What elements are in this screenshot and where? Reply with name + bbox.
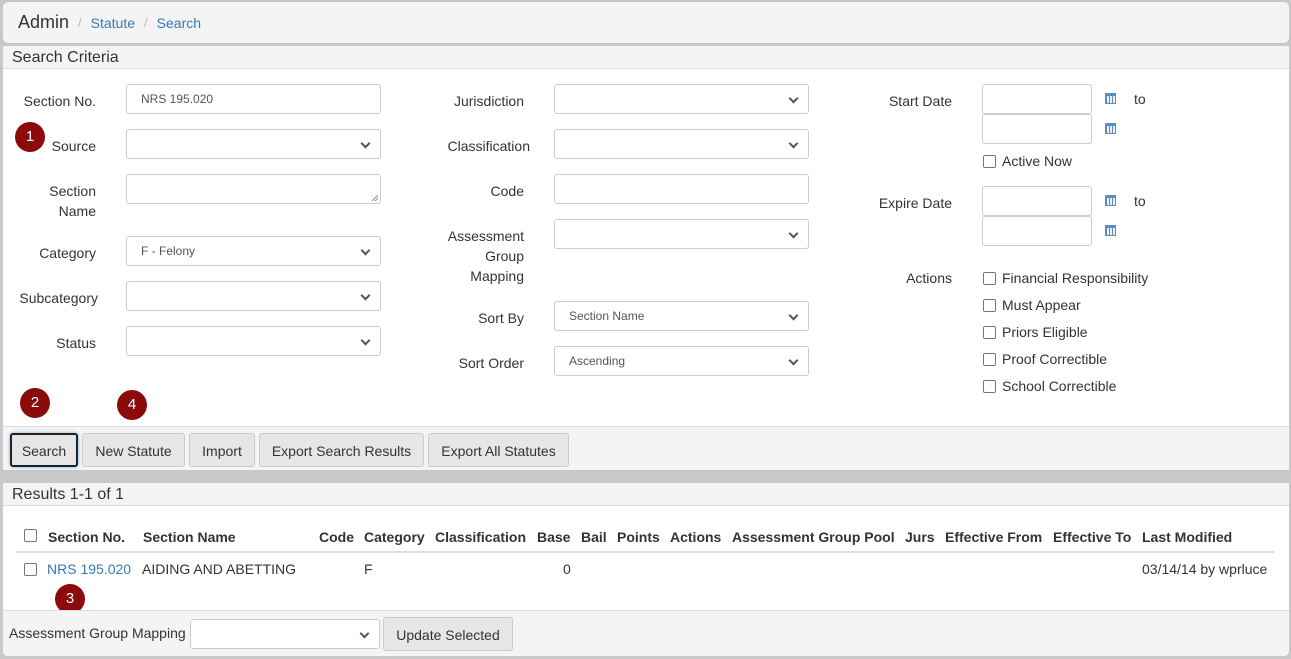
assessment-group-mapping-label: Assessment Group Mapping (433, 226, 524, 286)
breadcrumb-separator: / (144, 15, 148, 30)
breadcrumb-title: Admin (18, 12, 70, 32)
expire-date-to-input[interactable] (982, 216, 1092, 246)
proof-correctible-checkbox[interactable] (983, 353, 996, 366)
start-date-from-input[interactable] (982, 84, 1092, 114)
section-name-textarea[interactable] (126, 174, 381, 204)
col-code[interactable]: Code (319, 529, 354, 545)
school-correctible-label: School Correctible (1002, 378, 1117, 394)
financial-responsibility-checkbox[interactable] (983, 272, 996, 285)
table-header-divider (16, 551, 1274, 553)
section-name-label-line2: Name (58, 203, 96, 219)
jurisdiction-label: Jurisdiction (453, 93, 524, 109)
financial-responsibility-label: Financial Responsibility (1002, 270, 1149, 286)
must-appear-label: Must Appear (1002, 297, 1081, 313)
assessment-label-line1: Assessment (447, 228, 524, 244)
actions-label: Actions (906, 270, 952, 286)
status-label: Status (56, 335, 96, 351)
calendar-icon[interactable] (1105, 225, 1116, 236)
breadcrumb-search[interactable]: Search (157, 15, 201, 31)
priors-eligible-checkbox[interactable] (983, 326, 996, 339)
col-classification[interactable]: Classification (435, 529, 526, 545)
col-actions[interactable]: Actions (670, 529, 721, 545)
calendar-icon[interactable] (1105, 123, 1116, 134)
results-footer: Assessment Group Mapping Update Selected (3, 610, 1289, 656)
sort-order-label: Sort Order (458, 355, 524, 371)
assessment-label-line3: Mapping (470, 268, 524, 284)
start-date-to-label: to (1134, 91, 1146, 107)
calendar-icon[interactable] (1105, 195, 1116, 206)
update-selected-button[interactable]: Update Selected (383, 617, 513, 651)
row-checkbox[interactable] (24, 563, 37, 576)
export-search-results-button[interactable]: Export Search Results (259, 433, 424, 467)
col-effective-to[interactable]: Effective To (1053, 529, 1131, 545)
code-input[interactable] (554, 174, 809, 204)
col-last-modified[interactable]: Last Modified (1142, 529, 1232, 545)
cell-base: 0 (563, 561, 571, 577)
subcategory-select[interactable] (126, 281, 381, 311)
school-correctible-checkbox[interactable] (983, 380, 996, 393)
priors-eligible-label: Priors Eligible (1002, 324, 1088, 340)
sort-by-label: Sort By (478, 310, 524, 326)
breadcrumb-statute[interactable]: Statute (91, 15, 135, 31)
col-section-no[interactable]: Section No. (48, 529, 125, 545)
criteria-button-bar: Search New Statute Import Export Search … (3, 426, 1289, 470)
step-badge-4: 4 (117, 390, 147, 420)
status-select[interactable] (126, 326, 381, 356)
cell-section-name: AIDING AND ABETTING (142, 561, 297, 577)
step-badge-1: 1 (15, 122, 45, 152)
assessment-label-line2: Group (485, 248, 524, 264)
cell-category: F (364, 561, 373, 577)
sort-order-select[interactable]: Ascending (554, 346, 809, 376)
col-points[interactable]: Points (617, 529, 660, 545)
search-button[interactable]: Search (10, 433, 78, 467)
col-effective-from[interactable]: Effective From (945, 529, 1042, 545)
classification-label: Classification (447, 138, 530, 154)
sort-by-select[interactable]: Section Name (554, 301, 809, 331)
col-assessment-group-pool[interactable]: Assessment Group Pool (732, 529, 895, 545)
jurisdiction-select[interactable] (554, 84, 809, 114)
results-heading: Results 1-1 of 1 (3, 483, 1289, 506)
expire-date-from-input[interactable] (982, 186, 1092, 216)
section-name-label: Section Name (13, 181, 96, 221)
col-bail[interactable]: Bail (581, 529, 607, 545)
calendar-icon[interactable] (1105, 93, 1116, 104)
footer-mapping-label: Assessment Group Mapping (9, 625, 186, 641)
col-base[interactable]: Base (537, 529, 570, 545)
active-now-label: Active Now (1002, 153, 1073, 169)
classification-select[interactable] (554, 129, 809, 159)
col-category[interactable]: Category (364, 529, 425, 545)
code-label: Code (490, 183, 524, 199)
export-all-statutes-button[interactable]: Export All Statutes (428, 433, 569, 467)
step-badge-2: 2 (20, 388, 50, 418)
section-no-link[interactable]: NRS 195.020 (47, 561, 131, 577)
import-button[interactable]: Import (189, 433, 255, 467)
col-section-name[interactable]: Section Name (143, 529, 236, 545)
breadcrumb-separator: / (78, 15, 82, 30)
cell-last-modified: 03/14/14 by wprluce (1142, 561, 1268, 577)
breadcrumb: Admin / Statute / Search (3, 2, 1289, 43)
section-no-input[interactable]: NRS 195.020 (126, 84, 381, 114)
new-statute-button[interactable]: New Statute (82, 433, 185, 467)
section-no-label: Section No. (23, 93, 96, 109)
subcategory-label: Subcategory (19, 290, 98, 306)
start-date-to-input[interactable] (982, 114, 1092, 144)
search-criteria-panel: Search Criteria Section No. NRS 195.020 … (3, 46, 1289, 470)
expire-date-label: Expire Date (878, 195, 952, 211)
category-label: Category (39, 245, 96, 261)
must-appear-checkbox[interactable] (983, 299, 996, 312)
search-criteria-heading: Search Criteria (3, 46, 1289, 69)
results-panel: Results 1-1 of 1 Section No. Section Nam… (3, 483, 1289, 656)
col-jurs[interactable]: Jurs (905, 529, 935, 545)
category-select[interactable]: F - Felony (126, 236, 381, 266)
source-select[interactable] (126, 129, 381, 159)
proof-correctible-label: Proof Correctible (1002, 351, 1108, 367)
select-all-checkbox[interactable] (24, 529, 37, 542)
start-date-label: Start Date (888, 93, 952, 109)
assessment-group-mapping-select[interactable] (554, 219, 809, 249)
expire-date-to-label: to (1134, 193, 1146, 209)
footer-mapping-select[interactable] (190, 619, 380, 649)
section-name-label-line1: Section (49, 183, 96, 199)
active-now-checkbox[interactable] (983, 155, 996, 168)
